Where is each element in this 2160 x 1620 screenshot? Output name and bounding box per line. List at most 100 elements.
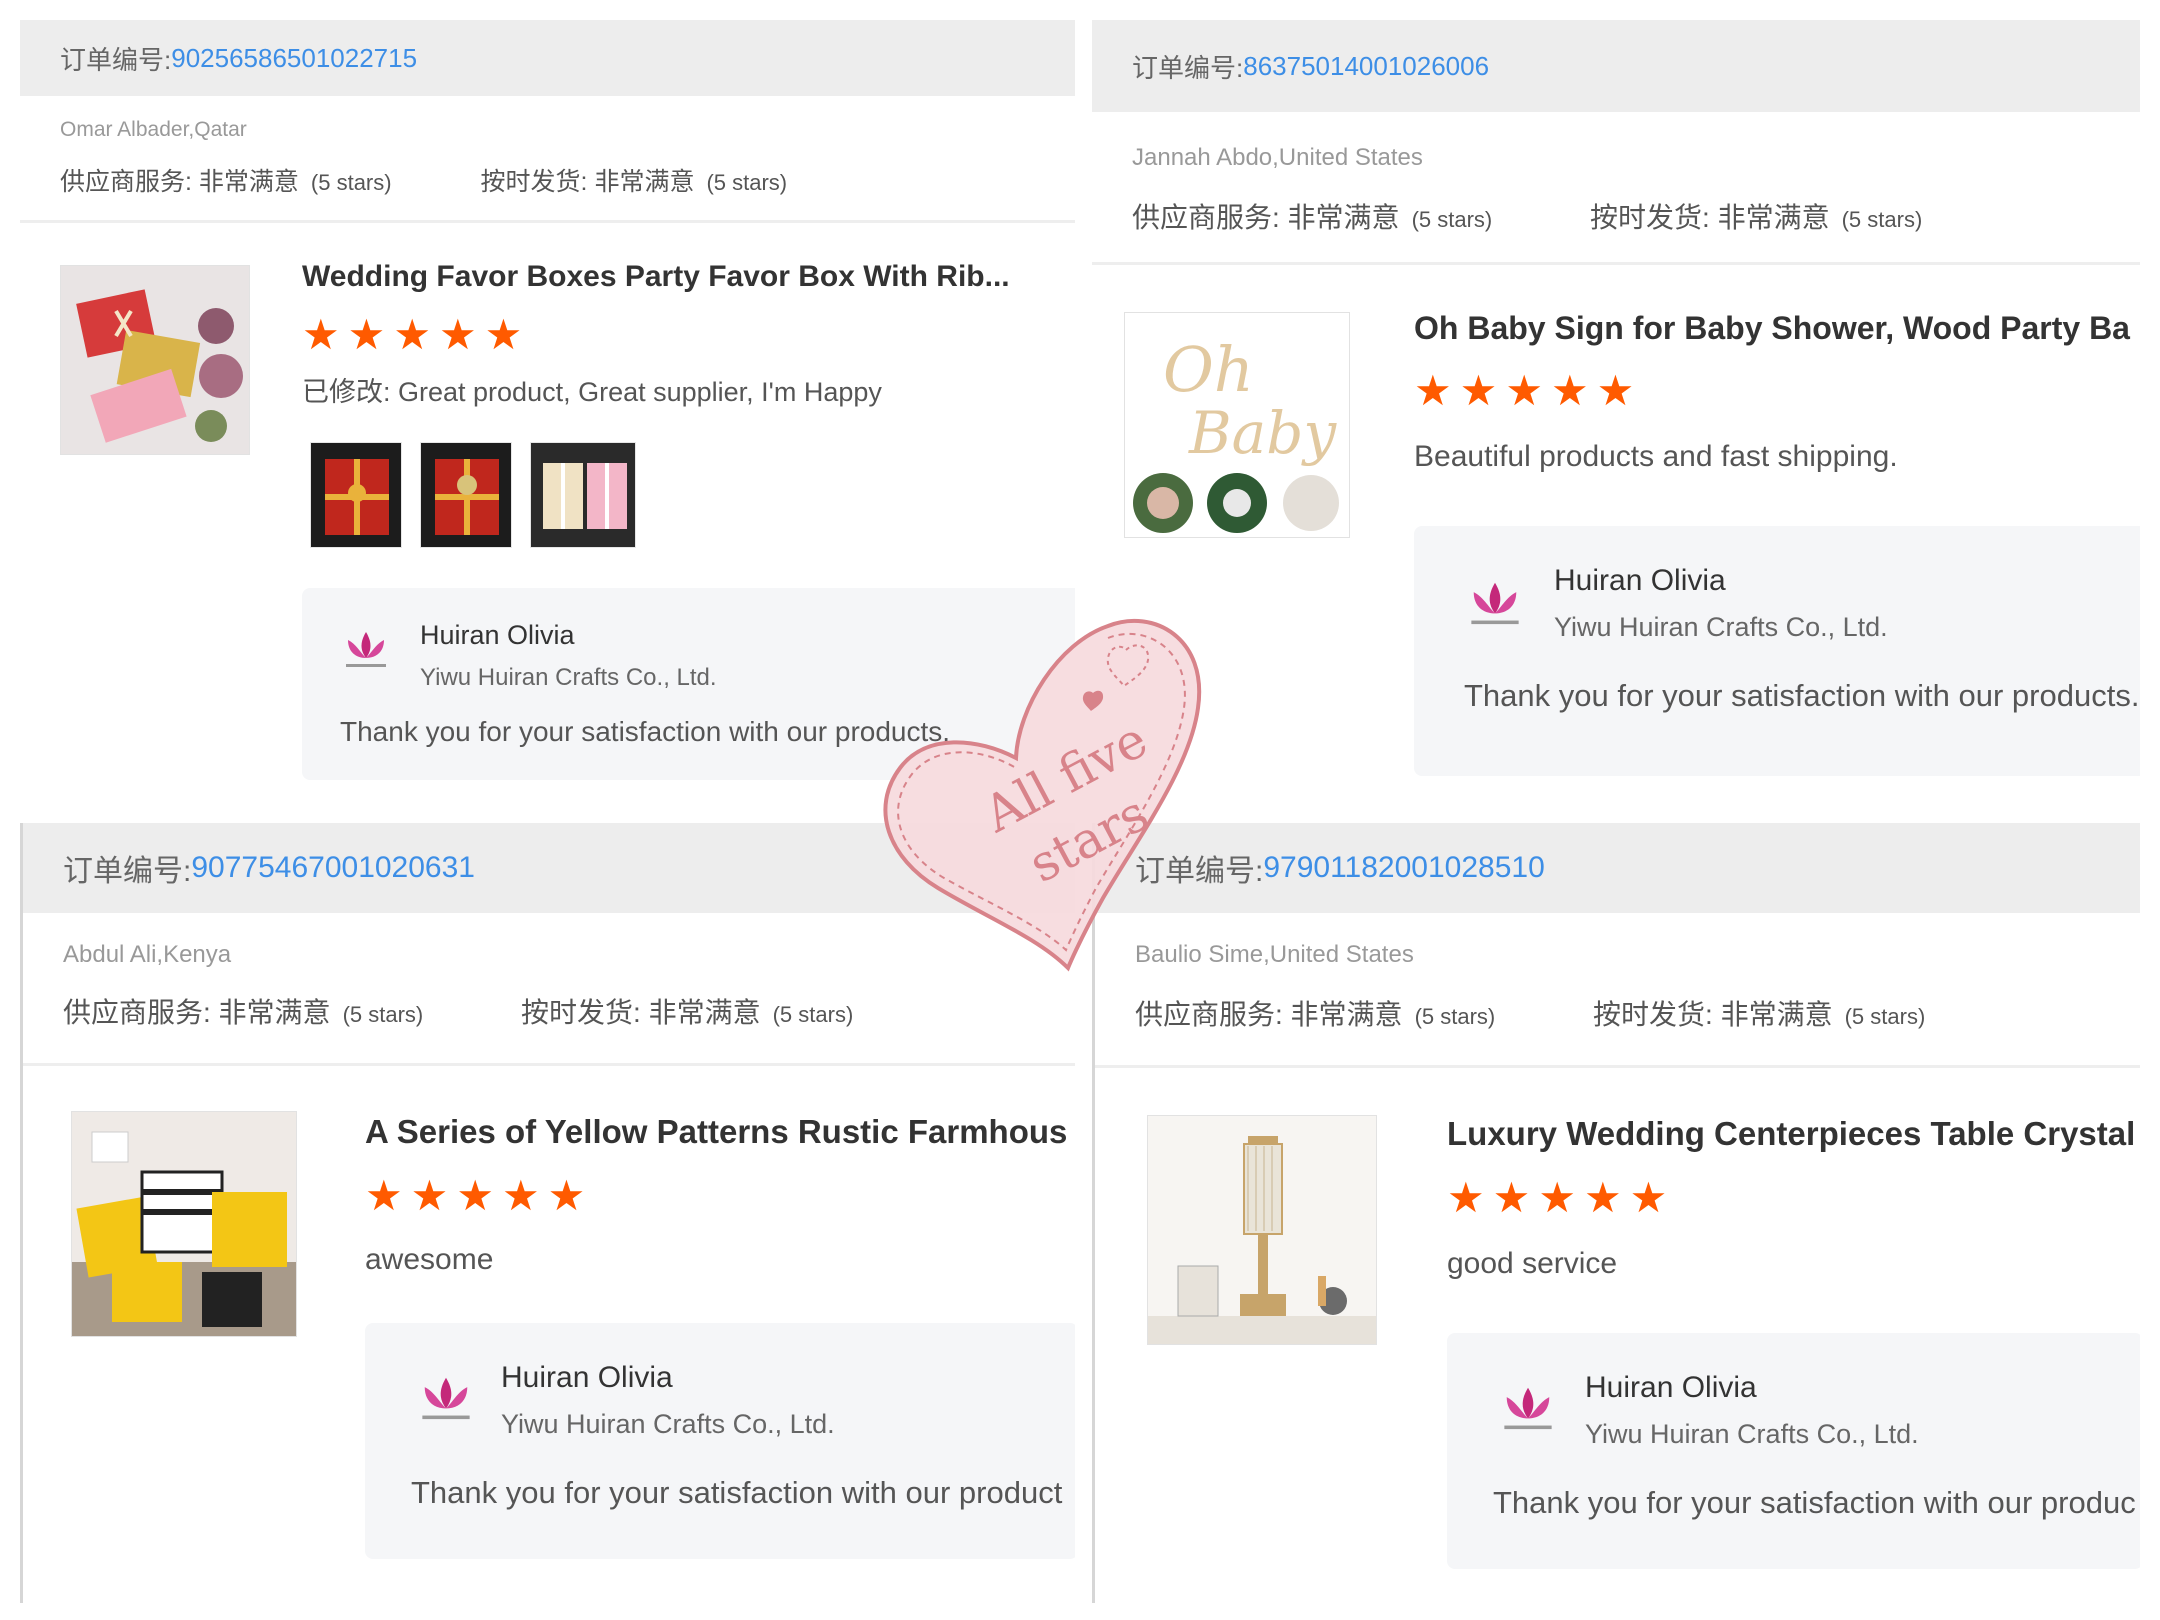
star-icon: ★ bbox=[1596, 367, 1635, 414]
rating-summary: 供应商服务: 非常满意 (5 stars) 按时发货: 非常满意 (5 stars) bbox=[60, 162, 869, 198]
lotus-logo-icon bbox=[1497, 1383, 1559, 1440]
review-photo[interactable] bbox=[530, 442, 636, 548]
seller-reply-message: Thank you for your satisfaction with our… bbox=[1493, 1485, 2136, 1520]
star-icon: ★ bbox=[393, 311, 431, 358]
order-header: 订单编号: 9025658650102271​5 bbox=[20, 20, 1075, 96]
buyer-name: Abdul Ali,Kenya bbox=[63, 941, 232, 968]
seller-reply: Huiran Olivia Yiwu Huiran Crafts Co., Lt… bbox=[1447, 1333, 2140, 1569]
product-rating-stars: ★ ★ ★ ★ ★ bbox=[365, 1175, 585, 1217]
star-icon: ★ bbox=[410, 1172, 449, 1219]
divider bbox=[23, 1063, 1075, 1066]
lotus-logo-icon bbox=[415, 1373, 477, 1430]
product-title[interactable]: Wedding Favor Boxes Party Favor Box With… bbox=[302, 260, 1062, 294]
shipping-rating: 按时发货: 非常满意 bbox=[521, 997, 761, 1028]
star-icon: ★ bbox=[438, 311, 477, 358]
order-label: 订单编号: bbox=[63, 855, 192, 888]
product-rating-stars: ★ ★ ★ ★ ★ bbox=[1414, 370, 1634, 412]
lotus-logo-icon bbox=[340, 628, 392, 677]
svg-text:Oh: Oh bbox=[1163, 333, 1254, 406]
order-number-link[interactable]: 90775467001020631 bbox=[191, 851, 475, 885]
lotus-logo-icon bbox=[1464, 578, 1526, 635]
star-icon: ★ bbox=[347, 311, 386, 358]
order-label: 订单编号: bbox=[1132, 52, 1244, 83]
star-icon: ★ bbox=[1447, 1174, 1485, 1221]
seller-reply-message: Thank you for your satisfaction with our… bbox=[340, 716, 951, 747]
divider bbox=[1095, 1065, 2140, 1068]
star-icon: ★ bbox=[456, 1172, 494, 1219]
shipping-rating: 按时发货: 非常满意 bbox=[1590, 202, 1830, 233]
shipping-rating: 按时发货: 非常满意 bbox=[1593, 999, 1833, 1030]
buyer-name: Omar Albader,Qatar bbox=[60, 118, 247, 141]
review-card: 订单编号: 86375014001026006 Jannah Abdo,Unit… bbox=[1092, 20, 2140, 820]
star-icon: ★ bbox=[1538, 1174, 1576, 1221]
seller-company: Yiwu Huiran Crafts Co., Ltd. bbox=[420, 664, 717, 691]
seller-name: Huiran Olivia bbox=[1585, 1371, 1757, 1404]
review-comment: 已修改: Great product, Great supplier, I'm … bbox=[302, 377, 882, 407]
shipping-rating: 按时发货: 非常满意 bbox=[480, 168, 695, 196]
product-image[interactable]: Oh Baby bbox=[1124, 312, 1350, 538]
svg-text:Baby: Baby bbox=[1188, 399, 1337, 467]
divider bbox=[1092, 262, 2140, 265]
order-number-link[interactable]: 9025658650102271​5 bbox=[171, 43, 417, 74]
star-icon: ★ bbox=[302, 311, 340, 358]
seller-name: Huiran Olivia bbox=[420, 620, 575, 650]
seller-name: Huiran Olivia bbox=[1554, 564, 1726, 597]
star-icon: ★ bbox=[1459, 367, 1498, 414]
seller-reply: Huiran Olivia Yiwu Huiran Crafts Co., Lt… bbox=[365, 1323, 1075, 1559]
rating-summary: 供应商服务: 非常满意 (5 stars) 按时发货: 非常满意 (5 stars) bbox=[1135, 993, 2007, 1033]
star-icon: ★ bbox=[1629, 1174, 1668, 1221]
product-rating-stars: ★ ★ ★ ★ ★ bbox=[1447, 1177, 1667, 1219]
heart-sticker: All five stars bbox=[878, 598, 1218, 978]
seller-reply-message: Thank you for your satisfaction with our… bbox=[1464, 678, 2140, 713]
shipping-stars: (5 stars) bbox=[772, 1002, 854, 1027]
star-icon: ★ bbox=[1583, 1174, 1622, 1221]
supplier-service-stars: (5 stars) bbox=[310, 170, 392, 195]
product-image[interactable] bbox=[1147, 1115, 1377, 1345]
star-icon: ★ bbox=[501, 1172, 540, 1219]
shipping-stars: (5 stars) bbox=[1841, 207, 1923, 232]
rating-summary: 供应商服务: 非常满意 (5 stars) 按时发货: 非常满意 (5 stars) bbox=[63, 991, 935, 1031]
star-icon: ★ bbox=[1505, 367, 1543, 414]
review-comment: good service bbox=[1447, 1247, 1618, 1280]
rating-summary: 供应商服务: 非常满意 (5 stars) 按时发货: 非常满意 (5 stars) bbox=[1132, 196, 2004, 236]
seller-company: Yiwu Huiran Crafts Co., Ltd. bbox=[501, 1409, 835, 1439]
review-comment: awesome bbox=[365, 1243, 494, 1276]
product-rating-stars: ★ ★ ★ ★ ★ bbox=[302, 314, 522, 356]
supplier-service-rating: 供应商服务: 非常满意 bbox=[1135, 999, 1403, 1030]
buyer-name: Jannah Abdo,United States bbox=[1132, 144, 1423, 171]
order-header: 订单编号: 86375014001026006 bbox=[1092, 20, 2140, 112]
seller-name: Huiran Olivia bbox=[501, 1361, 673, 1394]
supplier-service-stars: (5 stars) bbox=[1411, 207, 1493, 232]
supplier-service-stars: (5 stars) bbox=[1414, 1004, 1496, 1029]
product-title[interactable]: A Series of Yellow Patterns Rustic Farmh… bbox=[365, 1113, 1075, 1151]
supplier-service-stars: (5 stars) bbox=[342, 1002, 424, 1027]
shipping-stars: (5 stars) bbox=[1844, 1004, 1926, 1029]
star-icon: ★ bbox=[1492, 1174, 1531, 1221]
star-icon: ★ bbox=[365, 1172, 403, 1219]
review-comment: Beautiful products and fast shipping. bbox=[1414, 440, 1898, 473]
supplier-service-rating: 供应商服务: 非常满意 bbox=[60, 168, 299, 196]
star-icon: ★ bbox=[484, 311, 523, 358]
seller-reply: Huiran Olivia Yiwu Huiran Crafts Co., Lt… bbox=[1414, 526, 2140, 776]
seller-reply-message: Thank you for your satisfaction with our… bbox=[411, 1475, 1063, 1510]
product-title[interactable]: Luxury Wedding Centerpieces Table Crysta… bbox=[1447, 1115, 2140, 1153]
divider bbox=[20, 220, 1075, 223]
star-icon: ★ bbox=[547, 1172, 586, 1219]
seller-company: Yiwu Huiran Crafts Co., Ltd. bbox=[1554, 612, 1888, 642]
star-icon: ★ bbox=[1414, 367, 1452, 414]
product-image[interactable] bbox=[60, 265, 250, 455]
review-photo[interactable] bbox=[310, 442, 402, 548]
review-card: 订单编号: 97901182001028510 Baulio Sime,Unit… bbox=[1092, 823, 2140, 1603]
review-photo[interactable] bbox=[420, 442, 512, 548]
order-label: 订单编号: bbox=[60, 44, 172, 75]
order-number-link[interactable]: 86375014001026006 bbox=[1243, 51, 1489, 82]
star-icon: ★ bbox=[1550, 367, 1589, 414]
product-title[interactable]: Oh Baby Sign for Baby Shower, Wood Party… bbox=[1414, 310, 2140, 347]
supplier-service-rating: 供应商服务: 非常满意 bbox=[1132, 202, 1400, 233]
order-number-link[interactable]: 97901182001028510 bbox=[1263, 851, 1544, 885]
supplier-service-rating: 供应商服务: 非常满意 bbox=[63, 997, 331, 1028]
shipping-stars: (5 stars) bbox=[706, 170, 788, 195]
order-header: 订单编号: 97901182001028510 bbox=[1095, 823, 2140, 913]
seller-company: Yiwu Huiran Crafts Co., Ltd. bbox=[1585, 1419, 1919, 1449]
product-image[interactable] bbox=[71, 1111, 297, 1337]
